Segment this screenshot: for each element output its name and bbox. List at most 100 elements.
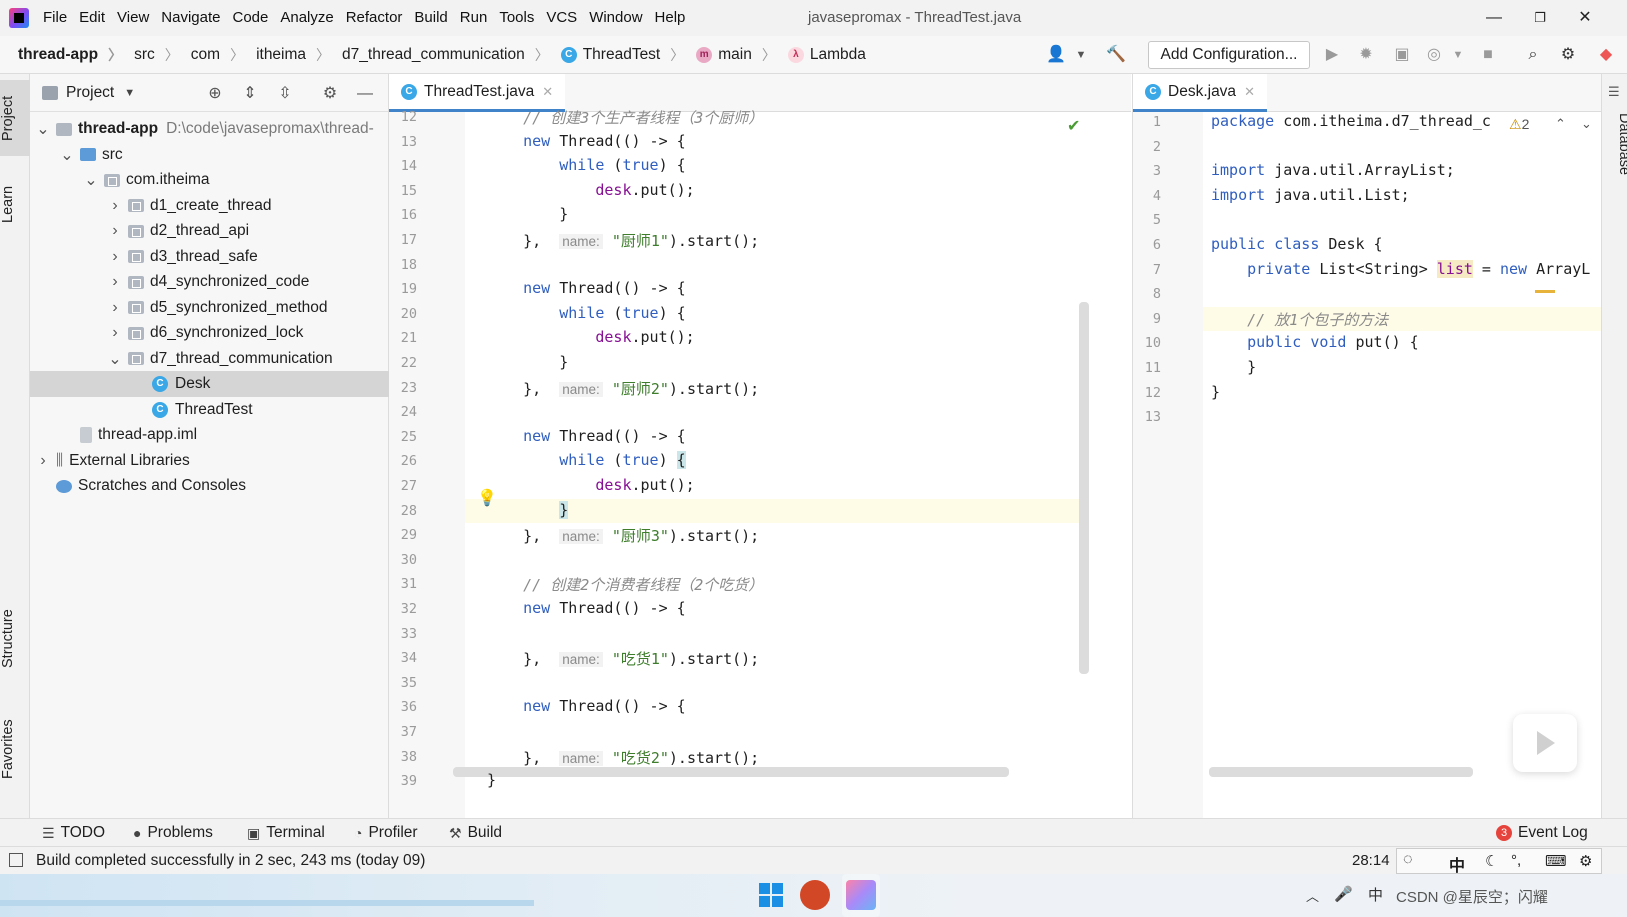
status-message[interactable]: Build completed successfully in 2 sec, 2… [36, 852, 425, 870]
gear-icon[interactable]: ⚙ [320, 84, 340, 104]
chevron-right-icon[interactable]: › [108, 248, 122, 266]
profile-icon[interactable]: ◎ [1424, 45, 1444, 65]
tab-database[interactable]: Database [1602, 104, 1627, 184]
chevron-right-icon[interactable]: › [108, 222, 122, 240]
tab-desk-java[interactable]: C Desk.java ✕ [1133, 74, 1267, 112]
next-highlight-icon[interactable]: ⌄ [1581, 116, 1592, 132]
chevron-right-icon[interactable]: › [108, 273, 122, 291]
code-line[interactable]: new Thread(() -> { [487, 697, 686, 715]
chevron-right-icon[interactable]: › [36, 452, 50, 470]
breadcrumb-lambda[interactable]: λ Lambda [776, 46, 866, 64]
horizontal-scrollbar[interactable] [1209, 767, 1473, 777]
error-stripe-marker[interactable] [1535, 290, 1555, 293]
chevron-down-icon[interactable]: ▼ [1071, 45, 1091, 65]
code-line[interactable]: while (true) { [487, 304, 685, 322]
windows-start-icon[interactable] [756, 880, 786, 910]
warning-indicator[interactable]: ⚠2 [1509, 116, 1529, 133]
menu-help[interactable]: Help [649, 0, 692, 36]
add-configuration-button[interactable]: Add Configuration... [1148, 41, 1310, 69]
tree-item[interactable]: C Desk [30, 371, 389, 397]
chevron-down-icon[interactable]: ⌄ [36, 119, 50, 139]
code-line[interactable]: } [1211, 358, 1256, 376]
chevron-right-icon[interactable]: › [108, 324, 122, 342]
breadcrumb-itheima[interactable]: itheima 〉 [244, 45, 330, 65]
build-hammer-icon[interactable]: 🔨 [1106, 45, 1126, 65]
menu-code[interactable]: Code [226, 0, 274, 36]
code-line[interactable]: } [1211, 383, 1220, 401]
code-line[interactable]: }, name: "吃货2").start(); [487, 747, 759, 768]
breadcrumb-package[interactable]: d7_thread_communication 〉 [330, 45, 549, 65]
search-icon[interactable]: ⌕ [1523, 45, 1543, 65]
vertical-scrollbar[interactable] [1079, 302, 1089, 674]
run-icon[interactable]: ▶ [1322, 45, 1342, 65]
tree-item[interactable]: › d2_thread_api [30, 218, 389, 244]
terminal-button[interactable]: ▣ Terminal [247, 824, 325, 842]
tree-item[interactable]: C ThreadTest [30, 397, 389, 423]
menu-tools[interactable]: Tools [493, 0, 540, 36]
close-tab-icon[interactable]: ✕ [1244, 84, 1255, 100]
prev-highlight-icon[interactable]: ⌃ [1555, 116, 1566, 132]
menu-edit[interactable]: Edit [73, 0, 111, 36]
tree-item[interactable]: ⌄ thread-app D:\code\javasepromax\thread- [30, 116, 389, 142]
code-line[interactable]: import java.util.ArrayList; [1211, 161, 1455, 179]
code-line[interactable]: package com.itheima.d7_thread_c [1211, 112, 1491, 130]
code-line[interactable]: desk.put(); [487, 181, 694, 199]
code-line[interactable]: import java.util.List; [1211, 186, 1410, 204]
project-panel-title[interactable]: Project [66, 84, 114, 102]
gear-icon[interactable]: ⚙ [1558, 45, 1578, 65]
code-line[interactable]: public class Desk { [1211, 235, 1383, 253]
keyboard-icon[interactable]: ⌨ [1545, 852, 1567, 870]
breadcrumb-src[interactable]: src 〉 [122, 45, 179, 65]
tab-structure[interactable]: Structure [0, 594, 30, 684]
horizontal-scrollbar[interactable] [453, 767, 1009, 777]
menu-vcs[interactable]: VCS [540, 0, 583, 36]
code-line[interactable]: new Thread(() -> { [487, 427, 686, 445]
gear-icon[interactable]: ⚙ [1579, 852, 1592, 870]
tab-learn[interactable]: Learn [0, 174, 30, 234]
code-line[interactable]: } [487, 771, 496, 789]
tree-item[interactable]: › d4_synchronized_code [30, 269, 389, 295]
user-icon[interactable]: 👤 [1046, 45, 1066, 65]
close-tab-icon[interactable]: ✕ [542, 84, 553, 100]
code-line[interactable]: }, name: "厨师3").start(); [487, 525, 759, 546]
stop-icon[interactable]: ■ [1478, 45, 1498, 65]
breadcrumb-class[interactable]: C ThreadTest 〉 [549, 45, 684, 65]
code-line[interactable]: while (true) { [487, 156, 685, 174]
problems-button[interactable]: ● Problems [133, 824, 213, 842]
chevron-down-icon[interactable]: ⌄ [60, 145, 74, 165]
code-line[interactable]: }, name: "吃货1").start(); [487, 648, 759, 669]
tree-item[interactable]: › d5_synchronized_method [30, 295, 389, 321]
punctuation-icon[interactable]: °, [1511, 852, 1521, 869]
code-line[interactable]: while (true) { [487, 451, 686, 470]
hide-panel-icon[interactable]: — [355, 84, 375, 104]
breadcrumb-method[interactable]: m main 〉 [684, 45, 776, 65]
expand-all-icon[interactable]: ⇕ [240, 84, 260, 104]
debug-icon[interactable]: ✹ [1356, 45, 1376, 65]
tab-project[interactable]: Project [0, 80, 30, 156]
code-line[interactable]: } [487, 500, 569, 519]
tree-item[interactable]: › d6_synchronized_lock [30, 320, 389, 346]
menu-build[interactable]: Build [408, 0, 453, 36]
code-line[interactable]: new Thread(() -> { [487, 279, 686, 297]
editor-threadtest[interactable]: C ThreadTest.java ✕ ✔ 12 // 创建3个生产者线程（3个… [389, 74, 1131, 818]
menu-run[interactable]: Run [454, 0, 494, 36]
jetbrains-toolbox-icon[interactable]: ◆ [1596, 45, 1616, 65]
event-log-button[interactable]: 3 Event Log [1496, 824, 1588, 842]
powerpoint-icon[interactable] [800, 880, 830, 910]
tree-item[interactable]: › ⫼ External Libraries [30, 448, 389, 474]
chevron-right-icon[interactable]: › [108, 197, 122, 215]
code-line[interactable]: }, name: "厨师2").start(); [487, 378, 759, 399]
code-line[interactable]: desk.put(); [487, 476, 694, 494]
breadcrumb-com[interactable]: com 〉 [179, 45, 244, 65]
chevron-down-icon[interactable]: ⌄ [84, 170, 98, 190]
tree-item[interactable]: ⌄ d7_thread_communication [30, 346, 389, 372]
menu-analyze[interactable]: Analyze [274, 0, 339, 36]
chevron-down-icon[interactable]: ⌄ [108, 349, 122, 369]
menu-refactor[interactable]: Refactor [340, 0, 409, 36]
ime-language[interactable]: 中 [1449, 852, 1465, 876]
code-line[interactable]: } [487, 353, 568, 371]
code-line[interactable]: private List<String> list = new ArrayL [1211, 259, 1590, 278]
collapse-all-icon[interactable]: ⇳ [275, 84, 295, 104]
code-line[interactable]: // 创建2个消费者线程（2个吃货） [487, 574, 763, 595]
profiler-button[interactable]: ◔ Profiler [354, 824, 418, 842]
